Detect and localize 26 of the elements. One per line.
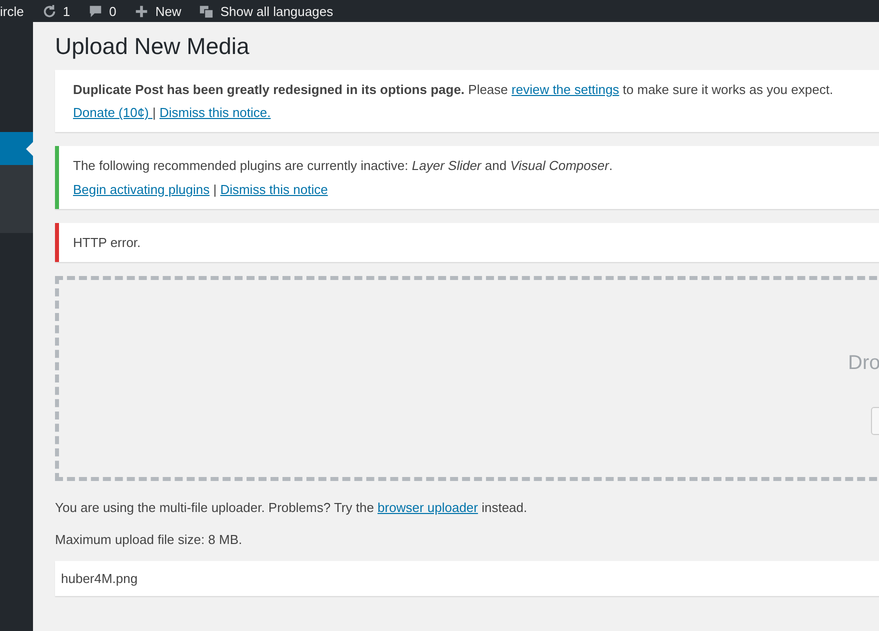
drop-zone-title: Dro bbox=[848, 352, 879, 375]
file-name: huber4M.png bbox=[61, 570, 138, 586]
page-title: Upload New Media bbox=[55, 33, 250, 60]
notice-link[interactable]: Begin activating plugins bbox=[73, 182, 210, 197]
speech-bubble-icon bbox=[88, 4, 104, 18]
admin-bar-label[interactable]: 1 bbox=[62, 4, 70, 18]
max-upload-size: Maximum upload file size: 8 MB. bbox=[55, 532, 244, 547]
notice-text: Duplicate Post has been greatly redesigned in its options page. Please review the settings to make sure it works as you expect. bbox=[73, 81, 834, 99]
notice-text: Donate (10¢) | Dismiss this notice. bbox=[73, 104, 272, 122]
browser-uploader-link[interactable]: browser uploader bbox=[378, 500, 478, 515]
admin-bar-label[interactable]: Show all languages bbox=[220, 4, 334, 18]
admin-bar-label[interactable]: ircle bbox=[0, 4, 24, 18]
notice-link[interactable]: Dismiss this notice. bbox=[160, 105, 271, 120]
notice-text: Begin activating plugins | Dismiss this notice bbox=[73, 180, 329, 199]
notice-link[interactable]: Dismiss this notice bbox=[220, 182, 328, 197]
notice-text: The following recommended plugins are currently inactive: Layer Slider and Visual Composer. bbox=[73, 157, 614, 176]
admin-bar-label[interactable]: New bbox=[155, 4, 182, 18]
notice-link[interactable]: Donate (10¢) bbox=[73, 105, 152, 120]
translation-icon bbox=[199, 4, 214, 18]
refresh-icon bbox=[42, 4, 57, 18]
sidebar-menu-item[interactable] bbox=[0, 132, 33, 165]
admin-bar-label[interactable]: 0 bbox=[109, 4, 116, 18]
uploader-info: You are using the multi-file uploader. Problems? Try the browser uploader instead. bbox=[55, 500, 528, 515]
notice-text: HTTP error. bbox=[73, 234, 142, 252]
plus-icon bbox=[134, 4, 150, 18]
notice-link[interactable]: review the settings bbox=[512, 82, 620, 97]
